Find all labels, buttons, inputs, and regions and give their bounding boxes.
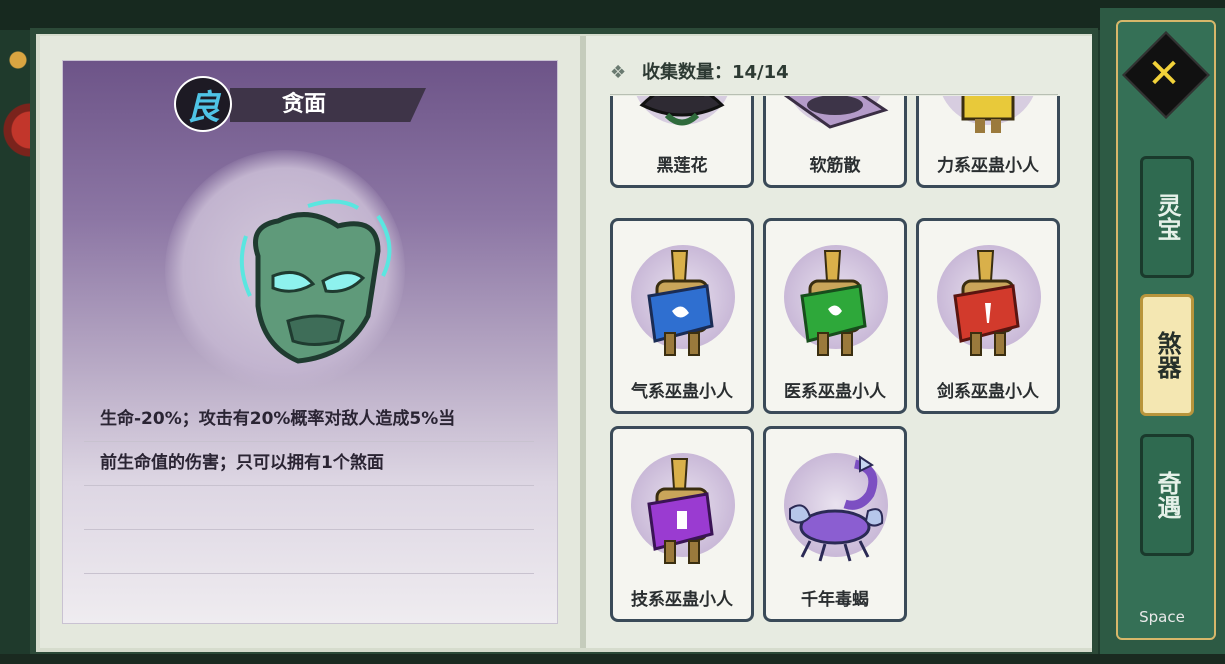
item-card-skill-doll[interactable]: 技系巫蛊小人 — [610, 426, 754, 622]
item-label: 千年毒蝎 — [801, 590, 869, 610]
close-icon[interactable]: ✕ — [1138, 48, 1190, 100]
mask-icon — [239, 199, 392, 364]
item-label: 医系巫蛊小人 — [784, 382, 886, 402]
item-label: 黑莲花 — [656, 156, 708, 176]
grade-badge: 良 — [174, 76, 232, 132]
item-card-strength-doll[interactable]: 力系巫蛊小人 — [916, 96, 1060, 188]
bottom-frame — [0, 654, 1225, 664]
collection-count: ❖ 收集数量：14/14 — [610, 58, 789, 88]
item-label: 气系巫蛊小人 — [631, 382, 733, 402]
book-spine — [580, 36, 586, 648]
item-label: 剑系巫蛊小人 — [937, 382, 1039, 402]
collection-grid[interactable]: 黑莲花 软筋散 力系巫蛊小人 气系巫蛊小人 医系巫蛊小人 剑系巫蛊小人 技系巫蛊… — [606, 96, 1066, 626]
scorpion-icon — [780, 449, 890, 569]
item-label: 软筋散 — [809, 156, 861, 176]
purple-voodoo-doll-icon — [627, 449, 737, 569]
item-title: 贪面 — [282, 92, 327, 117]
yellow-voodoo-doll-icon — [942, 96, 1034, 133]
red-voodoo-doll-icon — [933, 241, 1043, 361]
collection-count-label: 收集数量：14/14 — [642, 62, 789, 83]
powder-packet-icon — [783, 96, 889, 129]
blue-voodoo-doll-icon — [627, 241, 737, 361]
description-line-1: 生命-20%；攻击有20%概率对敌人造成5%当 — [84, 398, 534, 442]
diamond-icon: ❖ — [610, 62, 627, 83]
item-card-qi-doll[interactable]: 气系巫蛊小人 — [610, 218, 754, 414]
tab-spirit-treasure[interactable]: 灵宝 — [1140, 156, 1194, 278]
item-card-softening-powder[interactable]: 软筋散 — [763, 96, 907, 188]
description-line-2: 前生命值的伤害；只可以拥有1个煞面 — [84, 442, 534, 486]
tab-encounter[interactable]: 奇遇 — [1140, 434, 1194, 556]
item-card-medic-doll[interactable]: 医系巫蛊小人 — [763, 218, 907, 414]
top-frame — [0, 0, 1225, 30]
item-label: 力系巫蛊小人 — [937, 156, 1039, 176]
green-voodoo-doll-icon — [780, 241, 890, 361]
space-key-hint[interactable]: Space — [1136, 606, 1188, 628]
black-lotus-icon — [636, 96, 728, 126]
item-description: 生命-20%；攻击有20%概率对敌人造成5%当 前生命值的伤害；只可以拥有1个煞… — [84, 398, 534, 574]
item-card-black-lotus[interactable]: 黑莲花 — [610, 96, 754, 188]
description-line-3 — [84, 486, 534, 530]
item-card-sword-doll[interactable]: 剑系巫蛊小人 — [916, 218, 1060, 414]
item-label: 技系巫蛊小人 — [631, 590, 733, 610]
divider — [610, 94, 1058, 95]
item-card-scorpion[interactable]: 千年毒蝎 — [763, 426, 907, 622]
description-line-4 — [84, 530, 534, 574]
tab-evil-artifact[interactable]: 煞器 — [1140, 294, 1194, 416]
